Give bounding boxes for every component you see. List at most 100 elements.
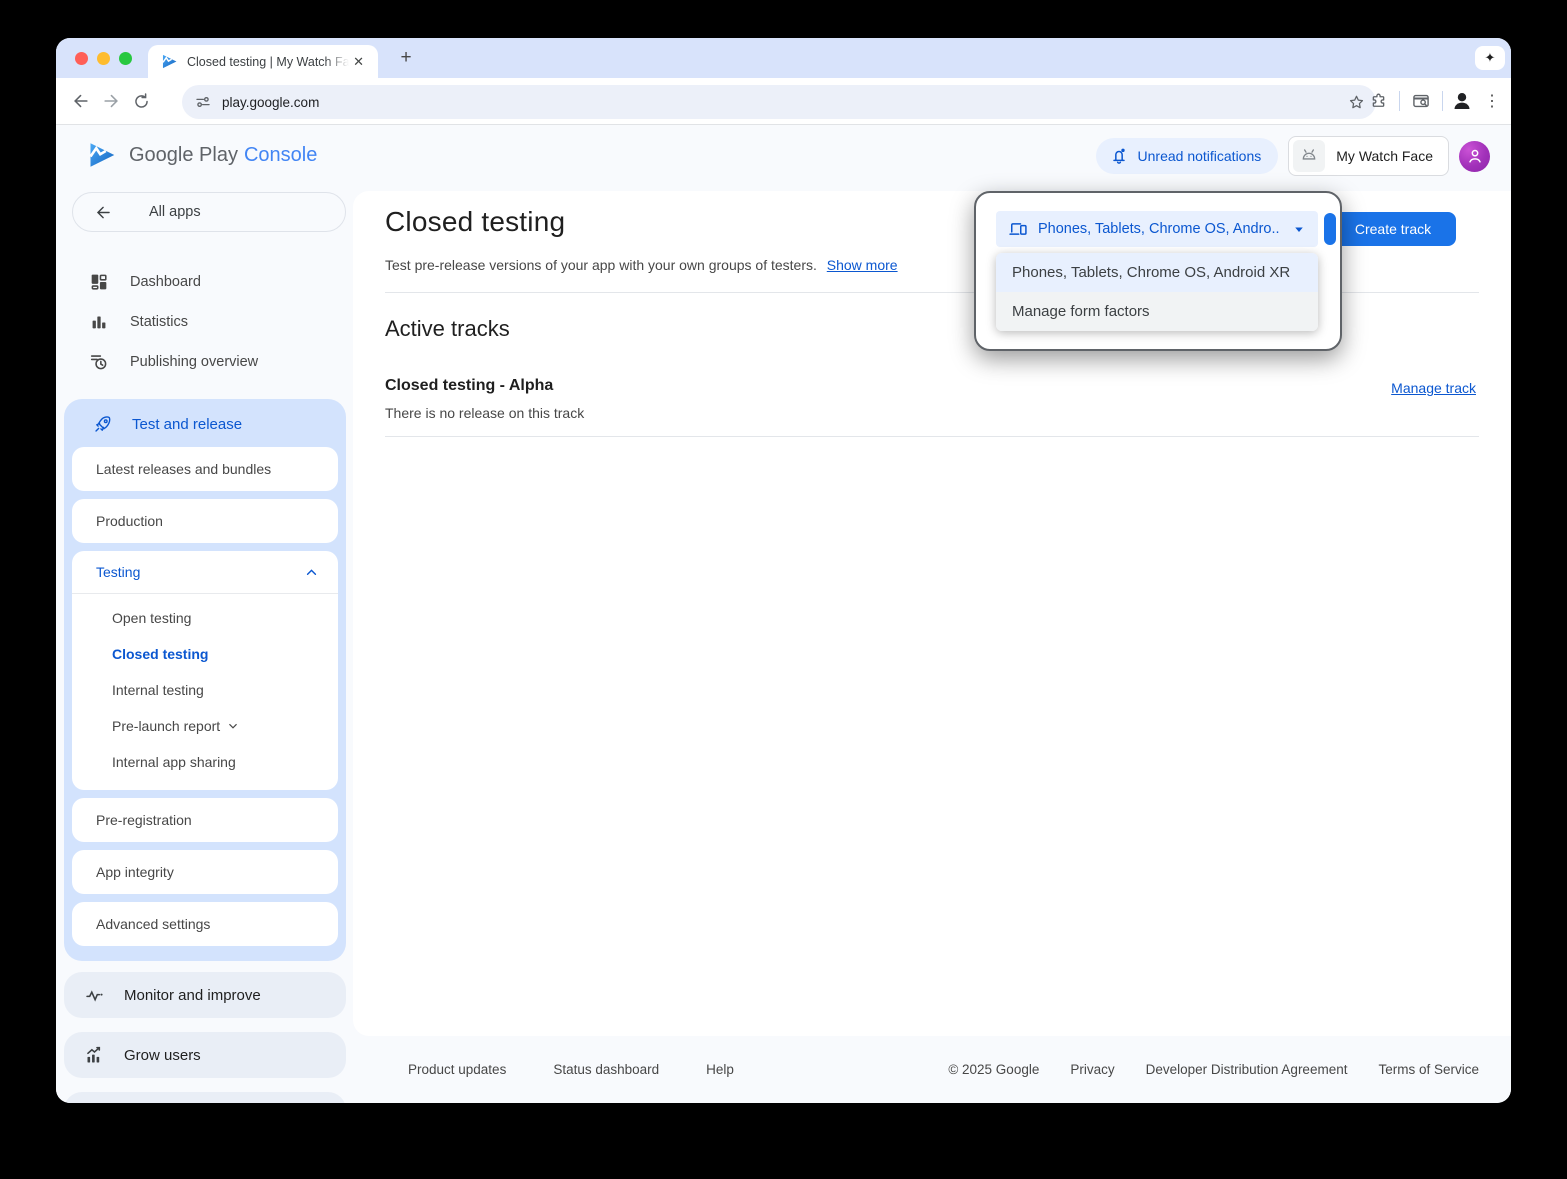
footer-copyright: © 2025 Google <box>948 1062 1039 1077</box>
monitor-icon <box>84 985 105 1006</box>
sidebar-item-label: Statistics <box>130 314 188 330</box>
sidebar-item-test-and-release[interactable]: Test and release <box>72 401 338 447</box>
sidebar-item-open-testing[interactable]: Open testing <box>72 600 338 636</box>
tab-title: Closed testing | My Watch Fac <box>187 55 349 69</box>
all-apps-button[interactable]: All apps <box>72 192 346 232</box>
menu-item-label: Phones, Tablets, Chrome OS, Android XR <box>1012 264 1290 281</box>
sidebar-item-internal-app-sharing[interactable]: Internal app sharing <box>72 744 338 780</box>
sidebar-item-label: Test and release <box>132 416 242 433</box>
back-arrow-icon <box>94 203 113 222</box>
sidebar-item-statistics[interactable]: Statistics <box>72 302 346 342</box>
card-label: Latest releases and bundles <box>96 461 271 477</box>
reload-icon[interactable] <box>126 86 156 116</box>
sidebar-item-closed-testing[interactable]: Closed testing <box>72 636 338 672</box>
form-factor-dropdown[interactable]: Phones, Tablets, Chrome OS, Andro... <box>996 211 1318 247</box>
app-selector[interactable]: My Watch Face <box>1288 136 1449 176</box>
browser-toolbar: play.google.com <box>56 78 1511 125</box>
description-text: Test pre-release versions of your app wi… <box>385 257 817 273</box>
footer-link-dda[interactable]: Developer Distribution Agreement <box>1146 1062 1348 1077</box>
console-header: Google Play Console Unread notifications <box>56 126 1511 190</box>
account-avatar[interactable] <box>1459 141 1490 172</box>
sidebar-item-label: Grow users <box>124 1047 201 1064</box>
tab-strip: Closed testing | My Watch Fac ✕ + ✦ <box>56 38 1511 78</box>
show-more-link[interactable]: Show more <box>827 257 898 273</box>
create-track-button[interactable]: Create track <box>1330 212 1456 246</box>
manage-track-link[interactable]: Manage track <box>1391 380 1476 396</box>
sidebar-item-latest-releases[interactable]: Latest releases and bundles <box>72 447 338 491</box>
zoom-window-button[interactable] <box>119 52 132 65</box>
test-and-release-group: Test and release Latest releases and bun… <box>64 399 346 961</box>
sidebar-item-label: Dashboard <box>130 274 201 290</box>
dropdown-caret-icon <box>1290 220 1308 238</box>
play-logo-icon <box>87 140 117 170</box>
card-label: Pre-registration <box>96 812 192 828</box>
divider <box>385 436 1479 437</box>
sidebar-item-publishing-overview[interactable]: Publishing overview <box>72 342 346 382</box>
sidebar-item-label: Monitor and improve <box>124 987 261 1004</box>
form-factor-overlay: Phones, Tablets, Chrome OS, Andro... Pho… <box>974 191 1342 351</box>
unread-notifications-button[interactable]: Unread notifications <box>1096 138 1279 174</box>
android-icon <box>1293 140 1325 172</box>
close-window-button[interactable] <box>75 52 88 65</box>
item-label: Closed testing <box>112 646 208 662</box>
sparkle-icon[interactable]: ✦ <box>1475 46 1505 70</box>
footer: Product updates Status dashboard Help © … <box>408 1054 1479 1084</box>
publishing-overview-icon <box>88 351 110 373</box>
menu-item-manage-form-factors[interactable]: Manage form factors <box>996 292 1318 331</box>
url-text: play.google.com <box>222 95 1347 110</box>
browser-menu-icon[interactable]: ⋮ <box>1481 91 1503 111</box>
sidebar-item-app-integrity[interactable]: App integrity <box>72 850 338 894</box>
item-label: Open testing <box>112 610 191 626</box>
chevron-up-icon <box>303 564 320 581</box>
site-settings-icon[interactable] <box>194 93 212 111</box>
unread-notifications-label: Unread notifications <box>1138 148 1262 164</box>
back-icon[interactable] <box>66 86 96 116</box>
extensions-icon[interactable] <box>1363 86 1393 116</box>
sidebar-item-pre-launch-report[interactable]: Pre-launch report <box>72 708 338 744</box>
sidebar-item-testing[interactable]: Testing <box>72 551 338 594</box>
item-label: Internal testing <box>112 682 204 698</box>
browser-profile-avatar[interactable] <box>1449 88 1475 114</box>
forward-icon[interactable] <box>96 86 126 116</box>
card-label: Production <box>96 513 163 529</box>
item-label: Pre-launch report <box>112 718 220 734</box>
statistics-icon <box>88 311 110 333</box>
chevron-down-icon <box>226 719 240 733</box>
track-name: Closed testing - Alpha <box>385 377 553 395</box>
dashboard-icon <box>88 271 110 293</box>
sidebar-item-dashboard[interactable]: Dashboard <box>72 262 346 302</box>
footer-link-product-updates[interactable]: Product updates <box>408 1062 506 1077</box>
footer-link-help[interactable]: Help <box>706 1062 734 1077</box>
footer-link-privacy[interactable]: Privacy <box>1070 1062 1114 1077</box>
browser-tab[interactable]: Closed testing | My Watch Fac ✕ <box>148 45 378 78</box>
notification-bell-icon <box>1109 146 1129 166</box>
browser-window: Closed testing | My Watch Fac ✕ + ✦ <box>56 38 1511 1103</box>
search-tabs-icon[interactable] <box>1406 86 1436 116</box>
all-apps-label: All apps <box>149 204 201 220</box>
footer-link-tos[interactable]: Terms of Service <box>1378 1062 1479 1077</box>
play-console-app: Google Play Console Unread notifications <box>56 126 1511 1103</box>
card-label: Advanced settings <box>96 916 210 932</box>
sidebar-item-advanced-settings[interactable]: Advanced settings <box>72 902 338 946</box>
sidebar-item-pre-registration[interactable]: Pre-registration <box>72 798 338 842</box>
menu-item-phones-tablets[interactable]: Phones, Tablets, Chrome OS, Android XR <box>996 253 1318 292</box>
sidebar-item-partial[interactable] <box>64 1092 346 1103</box>
page-description: Test pre-release versions of your app wi… <box>385 257 898 273</box>
address-bar[interactable]: play.google.com <box>182 85 1376 119</box>
page-title: Closed testing <box>385 206 565 238</box>
grow-icon <box>84 1045 105 1066</box>
testing-label: Testing <box>96 564 140 580</box>
sidebar-item-production[interactable]: Production <box>72 499 338 543</box>
minimize-window-button[interactable] <box>97 52 110 65</box>
tab-close-icon[interactable]: ✕ <box>349 52 368 72</box>
footer-link-status-dashboard[interactable]: Status dashboard <box>553 1062 659 1077</box>
play-console-logo[interactable]: Google Play Console <box>87 140 317 170</box>
devices-icon <box>1008 219 1028 239</box>
sidebar-item-internal-testing[interactable]: Internal testing <box>72 672 338 708</box>
play-console-favicon <box>161 53 178 70</box>
sidebar-item-grow-users[interactable]: Grow users <box>64 1032 346 1078</box>
sidebar-item-monitor-and-improve[interactable]: Monitor and improve <box>64 972 346 1018</box>
new-tab-button[interactable]: + <box>392 44 420 72</box>
create-track-edge <box>1324 213 1336 245</box>
card-label: App integrity <box>96 864 174 880</box>
